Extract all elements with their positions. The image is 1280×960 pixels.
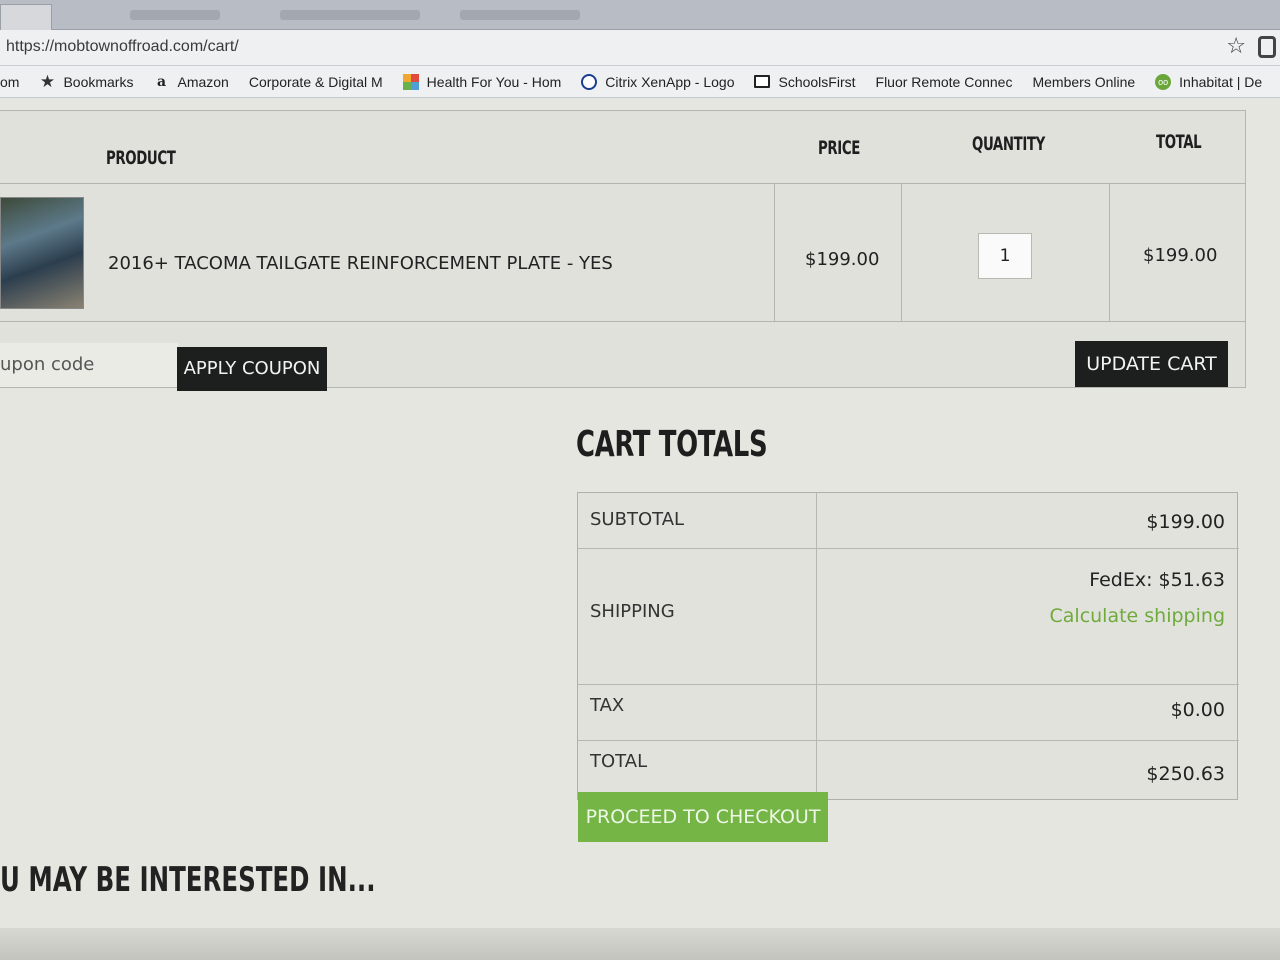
item-total: $199.00 — [1143, 245, 1218, 266]
bookmarks-bar: om ★ Bookmarks a Amazon Corporate & Digita… — [0, 66, 1280, 98]
bookmark-label: Fluor Remote Connec — [875, 73, 1013, 90]
column-divider — [1109, 183, 1110, 321]
shipping-row: SHIPPING FedEx: $51.63 Calculate shippin… — [578, 549, 1239, 685]
bookmark-label: Members Online — [1032, 73, 1136, 90]
bookmark-label: om — [0, 73, 20, 90]
bookmark-item-bookmarks[interactable]: ★ Bookmarks — [39, 71, 134, 91]
bookmark-item-schoolsfirst[interactable]: SchoolsFirst — [754, 73, 856, 90]
product-thumbnail[interactable] — [0, 197, 84, 309]
shipping-value: FedEx: $51.63 — [1089, 569, 1225, 591]
proceed-to-checkout-button[interactable]: PROCEED TO CHECKOUT — [578, 792, 828, 842]
quantity-input[interactable]: 1 — [978, 233, 1032, 279]
tax-row: TAX $0.00 — [578, 685, 1239, 741]
bookmark-item-health[interactable]: Health For You - Hom — [402, 73, 562, 90]
url-text[interactable]: https://mobtownoffroad.com/cart/ — [6, 38, 239, 56]
column-divider — [901, 183, 902, 321]
item-price: $199.00 — [805, 249, 880, 270]
product-name-link[interactable]: 2016+ TACOMA TAILGATE REINFORCEMENT PLAT… — [108, 253, 613, 274]
bookmark-item-amazon[interactable]: a Amazon — [153, 73, 229, 90]
total-label: TOTAL — [590, 751, 648, 772]
monitor-icon — [754, 75, 771, 88]
column-divider — [774, 183, 775, 321]
address-bar[interactable]: https://mobtownoffroad.com/cart/ ☆ — [0, 30, 1280, 66]
bookmark-label: Bookmarks — [63, 73, 134, 90]
bookmark-label: Corporate & Digital M — [248, 73, 383, 90]
apply-coupon-button[interactable]: APPLY COUPON — [177, 347, 327, 391]
bookmark-label: Inhabitat | De — [1179, 73, 1263, 90]
owl-icon: oo — [1155, 73, 1172, 90]
tab-strip-blur — [460, 10, 580, 20]
subtotal-label: SUBTOTAL — [590, 509, 685, 530]
tax-label: TAX — [590, 695, 625, 716]
cart-table: PRODUCT PRICE QUANTITY TOTAL 2016+ TACOM… — [0, 110, 1246, 391]
header-divider — [0, 183, 1246, 184]
bookmark-item-inhabitat[interactable]: oo Inhabitat | De — [1155, 73, 1263, 90]
bookmark-label: Citrix XenApp - Logo — [605, 73, 735, 90]
cart-page: PRODUCT PRICE QUANTITY TOTAL 2016+ TACOM… — [0, 98, 1280, 960]
subtotal-value: $199.00 — [1146, 511, 1225, 533]
citrix-icon — [581, 73, 598, 90]
update-cart-button[interactable]: UPDATE CART — [1075, 341, 1228, 387]
tab-strip-blur — [280, 10, 420, 20]
amazon-icon: a — [156, 73, 167, 90]
subtotal-row: SUBTOTAL $199.00 — [578, 493, 1239, 549]
bookmark-label: Amazon — [177, 73, 229, 90]
bookmark-item-fluor[interactable]: Fluor Remote Connec — [876, 74, 1013, 90]
row-divider — [0, 321, 1246, 322]
header-quantity: QUANTITY — [972, 133, 1045, 155]
browser-tab[interactable] — [0, 4, 52, 30]
cart-totals-heading: CART TOTALS — [576, 424, 768, 465]
cart-totals-table: SUBTOTAL $199.00 SHIPPING FedEx: $51.63 … — [577, 492, 1239, 801]
tax-value: $0.00 — [1170, 699, 1225, 721]
tab-strip — [0, 0, 1280, 30]
header-total: TOTAL — [1156, 131, 1202, 153]
extension-icon[interactable] — [1258, 36, 1276, 58]
tab-strip-blur — [130, 10, 220, 20]
bookmark-item-members[interactable]: Members Online — [1032, 74, 1135, 90]
total-value: $250.63 — [1146, 763, 1225, 785]
bookmark-item-corporate[interactable]: Corporate & Digital M — [249, 74, 383, 90]
bookmark-item[interactable]: om — [0, 74, 19, 90]
bookmark-label: SchoolsFirst — [778, 73, 856, 90]
shipping-label: SHIPPING — [590, 601, 675, 622]
header-product: PRODUCT — [106, 147, 176, 169]
related-products-heading: U MAY BE INTERESTED IN... — [0, 860, 376, 900]
star-icon: ★ — [39, 71, 56, 91]
bookmark-item-citrix[interactable]: Citrix XenApp - Logo — [581, 73, 735, 90]
bookmark-label: Health For You - Hom — [426, 73, 562, 90]
header-price: PRICE — [818, 137, 860, 159]
bookmark-star-icon[interactable]: ☆ — [1226, 34, 1246, 59]
grid-icon — [402, 73, 419, 90]
coupon-code-input[interactable]: upon code — [0, 343, 178, 387]
page-bottom-edge — [0, 928, 1280, 960]
calculate-shipping-link[interactable]: Calculate shipping — [1050, 605, 1226, 627]
